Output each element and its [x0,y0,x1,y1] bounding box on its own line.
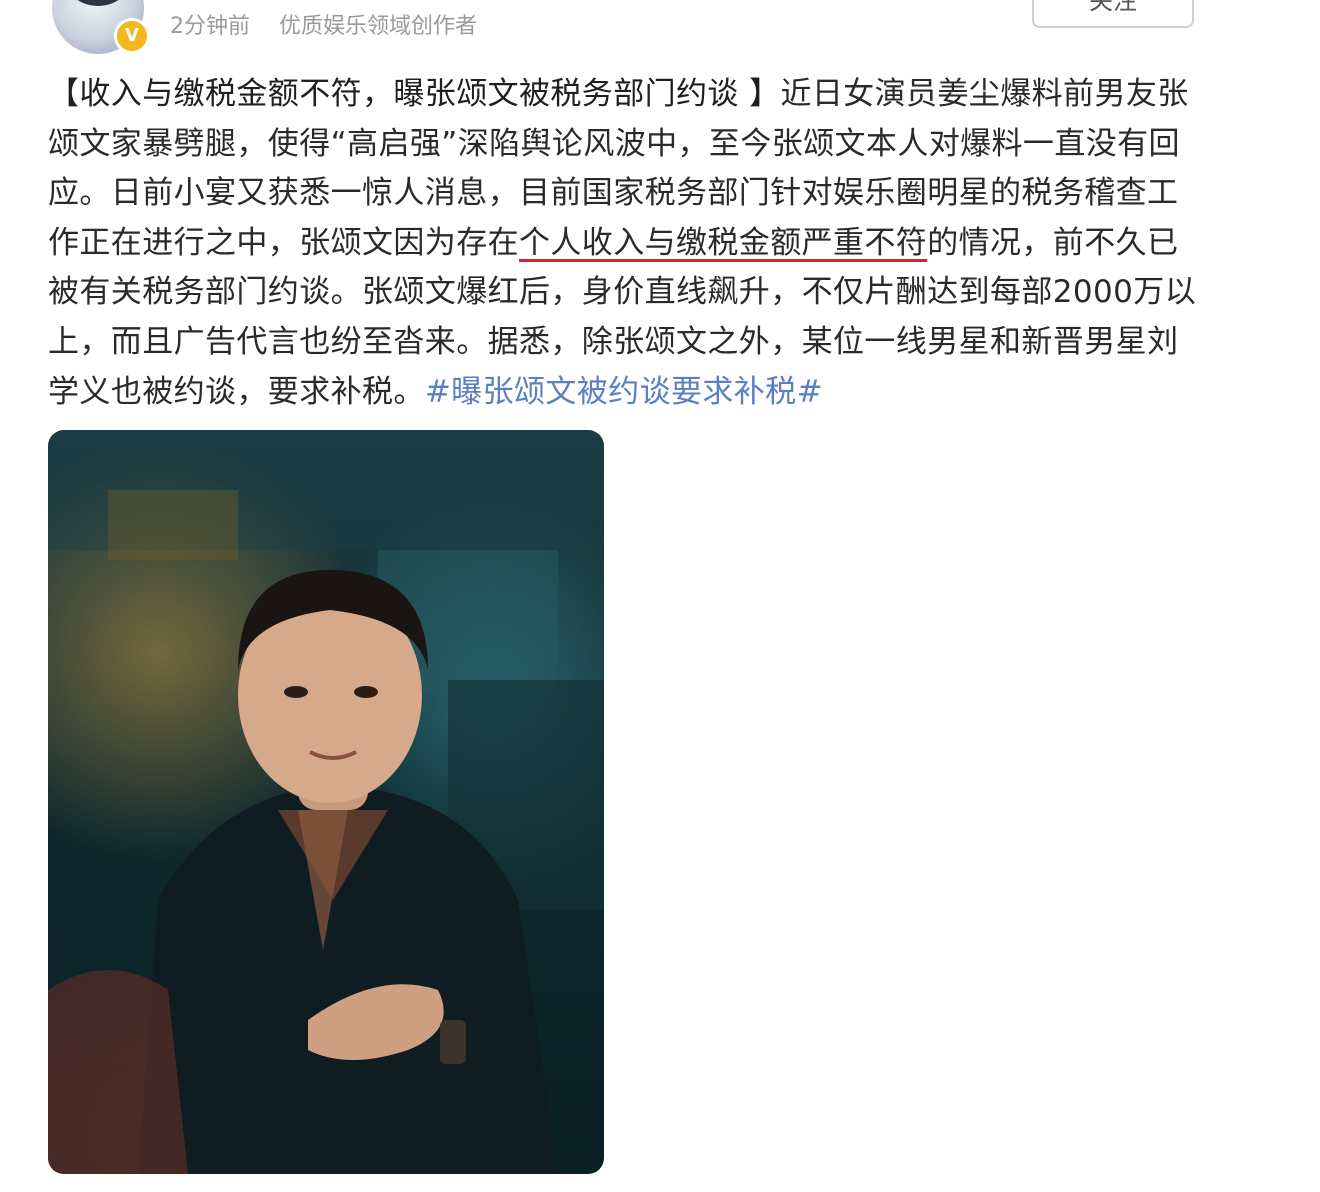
photo-watch [440,1020,466,1064]
post-text: 【收入与缴税金额不符，曝张颂文被税务部门约谈 】近日女演员姜尘爆料前男友张颂文家… [48,70,1208,417]
photo-patterned-fabric [48,970,188,1174]
photo-image [48,430,604,1174]
photo-lamp-glow [108,490,238,560]
verified-icon: V [114,18,150,54]
photo-eye-right [354,686,378,698]
avatar-illustration [60,0,136,6]
weibo-post-page: V 2分钟前 优质娱乐领域创作者 关注 【收入与缴税金额不符，曝张颂文被税务部门… [0,0,1320,1192]
post-headline: 【收入与缴税金额不符，曝张颂文被税务部门约谈 】 [48,76,781,112]
post-header: V 2分钟前 优质娱乐领域创作者 关注 [0,0,1320,54]
underlined-highlight: 个人收入与缴税金额严重不符 [519,224,928,261]
photo-eye-left [284,686,308,698]
hashtag-link[interactable]: #曝张颂文被约谈要求补税# [425,374,823,410]
post-time: 2分钟前 [170,14,250,39]
author-tag: 优质娱乐领域创作者 [279,14,478,39]
follow-button[interactable]: 关注 [1032,0,1194,28]
post-photo[interactable] [48,430,604,1174]
post-meta: 2分钟前 优质娱乐领域创作者 [170,8,477,40]
post-body: 【收入与缴税金额不符，曝张颂文被税务部门约谈 】近日女演员姜尘爆料前男友张颂文家… [48,70,1208,417]
